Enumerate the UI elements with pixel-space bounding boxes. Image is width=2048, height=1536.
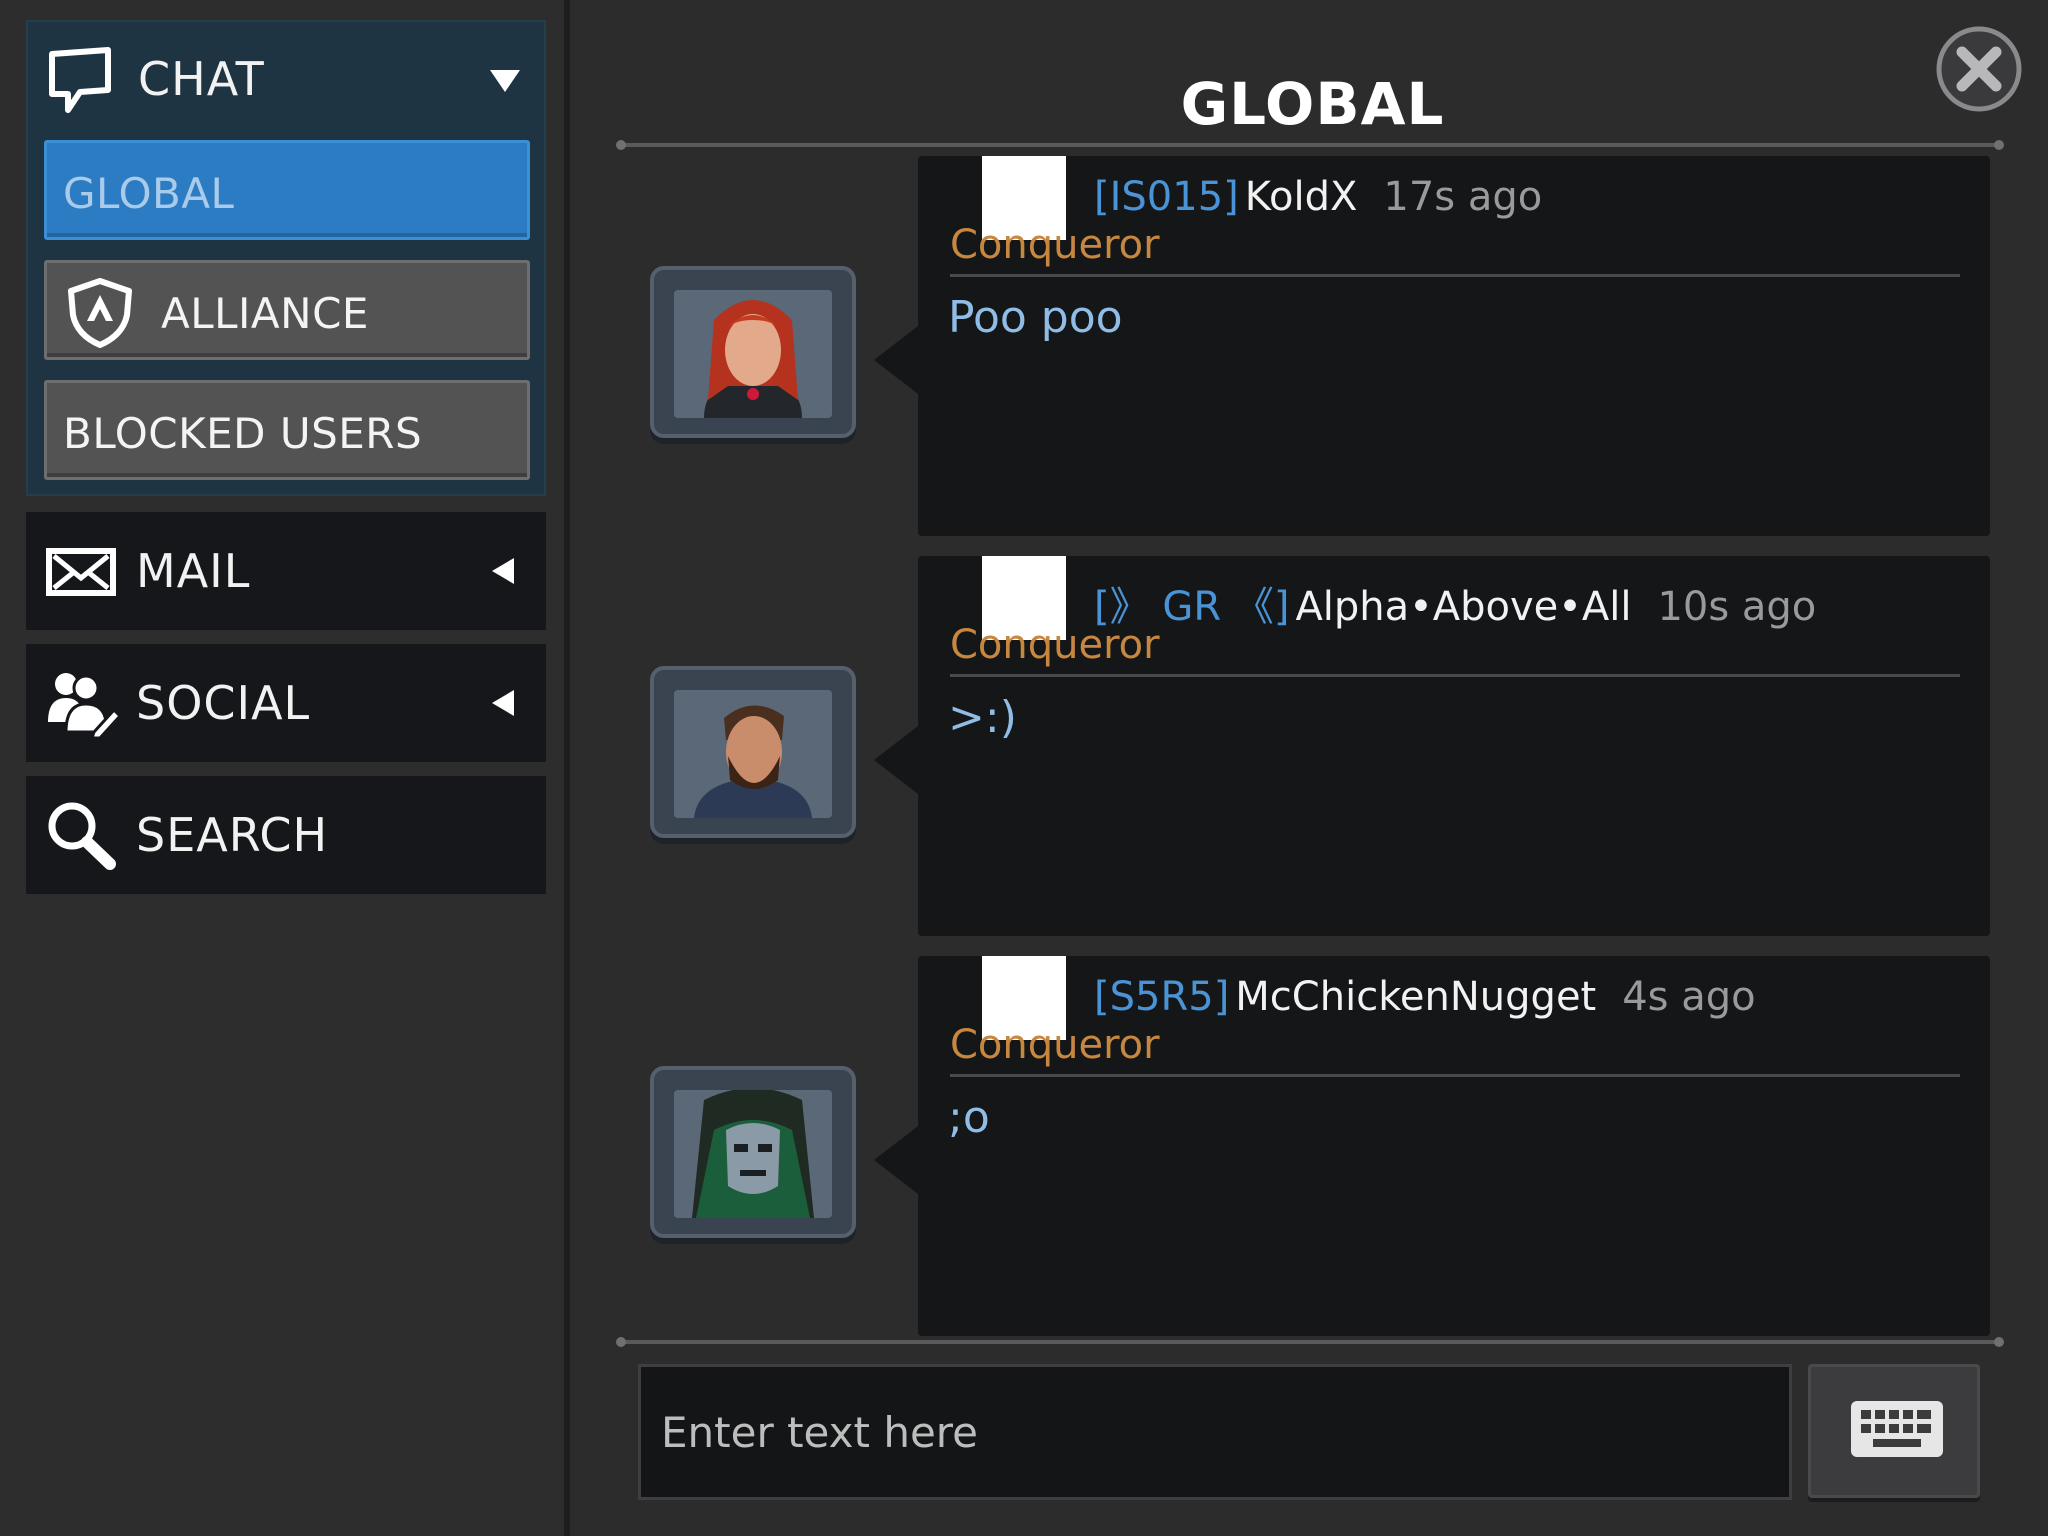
close-icon[interactable] <box>1934 24 2024 114</box>
sidebar-item-mail[interactable]: MAIL <box>26 512 546 630</box>
message-meta: [S5R5] McChickenNugget 4s ago <box>1094 974 1756 1020</box>
social-users-icon <box>48 673 120 740</box>
message-time: 17s ago <box>1383 174 1543 220</box>
chat-message: [IS015] KoldX 17s ago Conqueror Poo poo <box>650 156 1990 536</box>
player-title: Conqueror <box>950 222 1160 268</box>
keyboard-button[interactable] <box>1808 1364 1980 1498</box>
page-title: GLOBAL <box>1180 70 1445 138</box>
chevron-down-icon <box>490 70 520 92</box>
message-time: 4s ago <box>1622 974 1756 1020</box>
message-text: Poo poo <box>948 292 1123 343</box>
tab-alliance-label: ALLIANCE <box>161 289 369 338</box>
sidebar-item-search-label: SEARCH <box>136 808 329 862</box>
alliance-tag[interactable]: [IS015] <box>1094 174 1239 220</box>
red-haired-hero-portrait <box>674 290 832 418</box>
message-text: ;o <box>948 1092 990 1143</box>
alliance-shield-icon <box>68 278 132 348</box>
chat-section: CHAT GLOBAL ALLIANCE BLOCKED USERS <box>26 20 546 496</box>
message-meta: [IS015] KoldX 17s ago <box>1094 174 1542 220</box>
masked-villain-portrait <box>674 1090 832 1218</box>
tab-global[interactable]: GLOBAL <box>44 140 530 240</box>
chat-header-toggle[interactable]: CHAT <box>28 22 544 134</box>
tab-alliance[interactable]: ALLIANCE <box>44 260 530 360</box>
message-text: >:) <box>948 692 1017 743</box>
footer-divider <box>616 1337 2004 1347</box>
chat-input[interactable] <box>641 1367 1789 1497</box>
header-divider <box>616 140 2004 150</box>
sidebar-item-social[interactable]: SOCIAL <box>26 644 546 762</box>
player-name[interactable]: McChickenNugget <box>1235 974 1596 1020</box>
sidebar-item-search[interactable]: SEARCH <box>26 776 546 894</box>
avatar[interactable] <box>650 266 856 438</box>
bubble-tail <box>874 1126 918 1194</box>
message-bubble: [S5R5] McChickenNugget 4s ago Conqueror ;o <box>918 956 1990 1336</box>
avatar[interactable] <box>650 1066 856 1238</box>
chat-input-container <box>638 1364 1792 1500</box>
alliance-tag[interactable]: [S5R5] <box>1094 974 1229 1020</box>
sidebar-item-social-label: SOCIAL <box>136 676 311 730</box>
message-bubble: [》 GR 《] Alpha•Above•All 10s ago Conqueror… <box>918 556 1990 936</box>
bubble-tail <box>874 726 918 794</box>
player-name[interactable]: Alpha•Above•All <box>1295 584 1631 630</box>
bearded-hero-portrait <box>674 690 832 818</box>
message-divider <box>950 1074 1960 1077</box>
search-icon <box>48 802 116 870</box>
mail-icon <box>46 548 116 596</box>
tab-blocked-users-label: BLOCKED USERS <box>63 409 423 458</box>
message-divider <box>950 674 1960 677</box>
chevron-left-icon <box>492 690 514 716</box>
bubble-tail <box>874 326 918 394</box>
message-bubble: [IS015] KoldX 17s ago Conqueror Poo poo <box>918 156 1990 536</box>
tab-blocked-users[interactable]: BLOCKED USERS <box>44 380 530 480</box>
chevron-left-icon <box>492 558 514 584</box>
message-time: 10s ago <box>1657 584 1817 630</box>
chat-message: [》 GR 《] Alpha•Above•All 10s ago Conqueror… <box>650 556 1990 936</box>
player-name[interactable]: KoldX <box>1245 174 1358 220</box>
keyboard-icon <box>1851 1401 1943 1457</box>
sidebar-item-mail-label: MAIL <box>136 544 251 598</box>
chat-header-label: CHAT <box>138 52 265 106</box>
avatar[interactable] <box>650 666 856 838</box>
player-title: Conqueror <box>950 1022 1160 1068</box>
chat-bubble-icon <box>49 47 111 113</box>
message-meta: [》 GR 《] Alpha•Above•All 10s ago <box>1094 574 1816 632</box>
tab-global-label: GLOBAL <box>63 169 235 218</box>
player-title: Conqueror <box>950 622 1160 668</box>
chat-message: [S5R5] McChickenNugget 4s ago Conqueror ;o <box>650 956 1990 1336</box>
sidebar: CHAT GLOBAL ALLIANCE BLOCKED USERS MAIL … <box>0 0 570 1536</box>
message-divider <box>950 274 1960 277</box>
